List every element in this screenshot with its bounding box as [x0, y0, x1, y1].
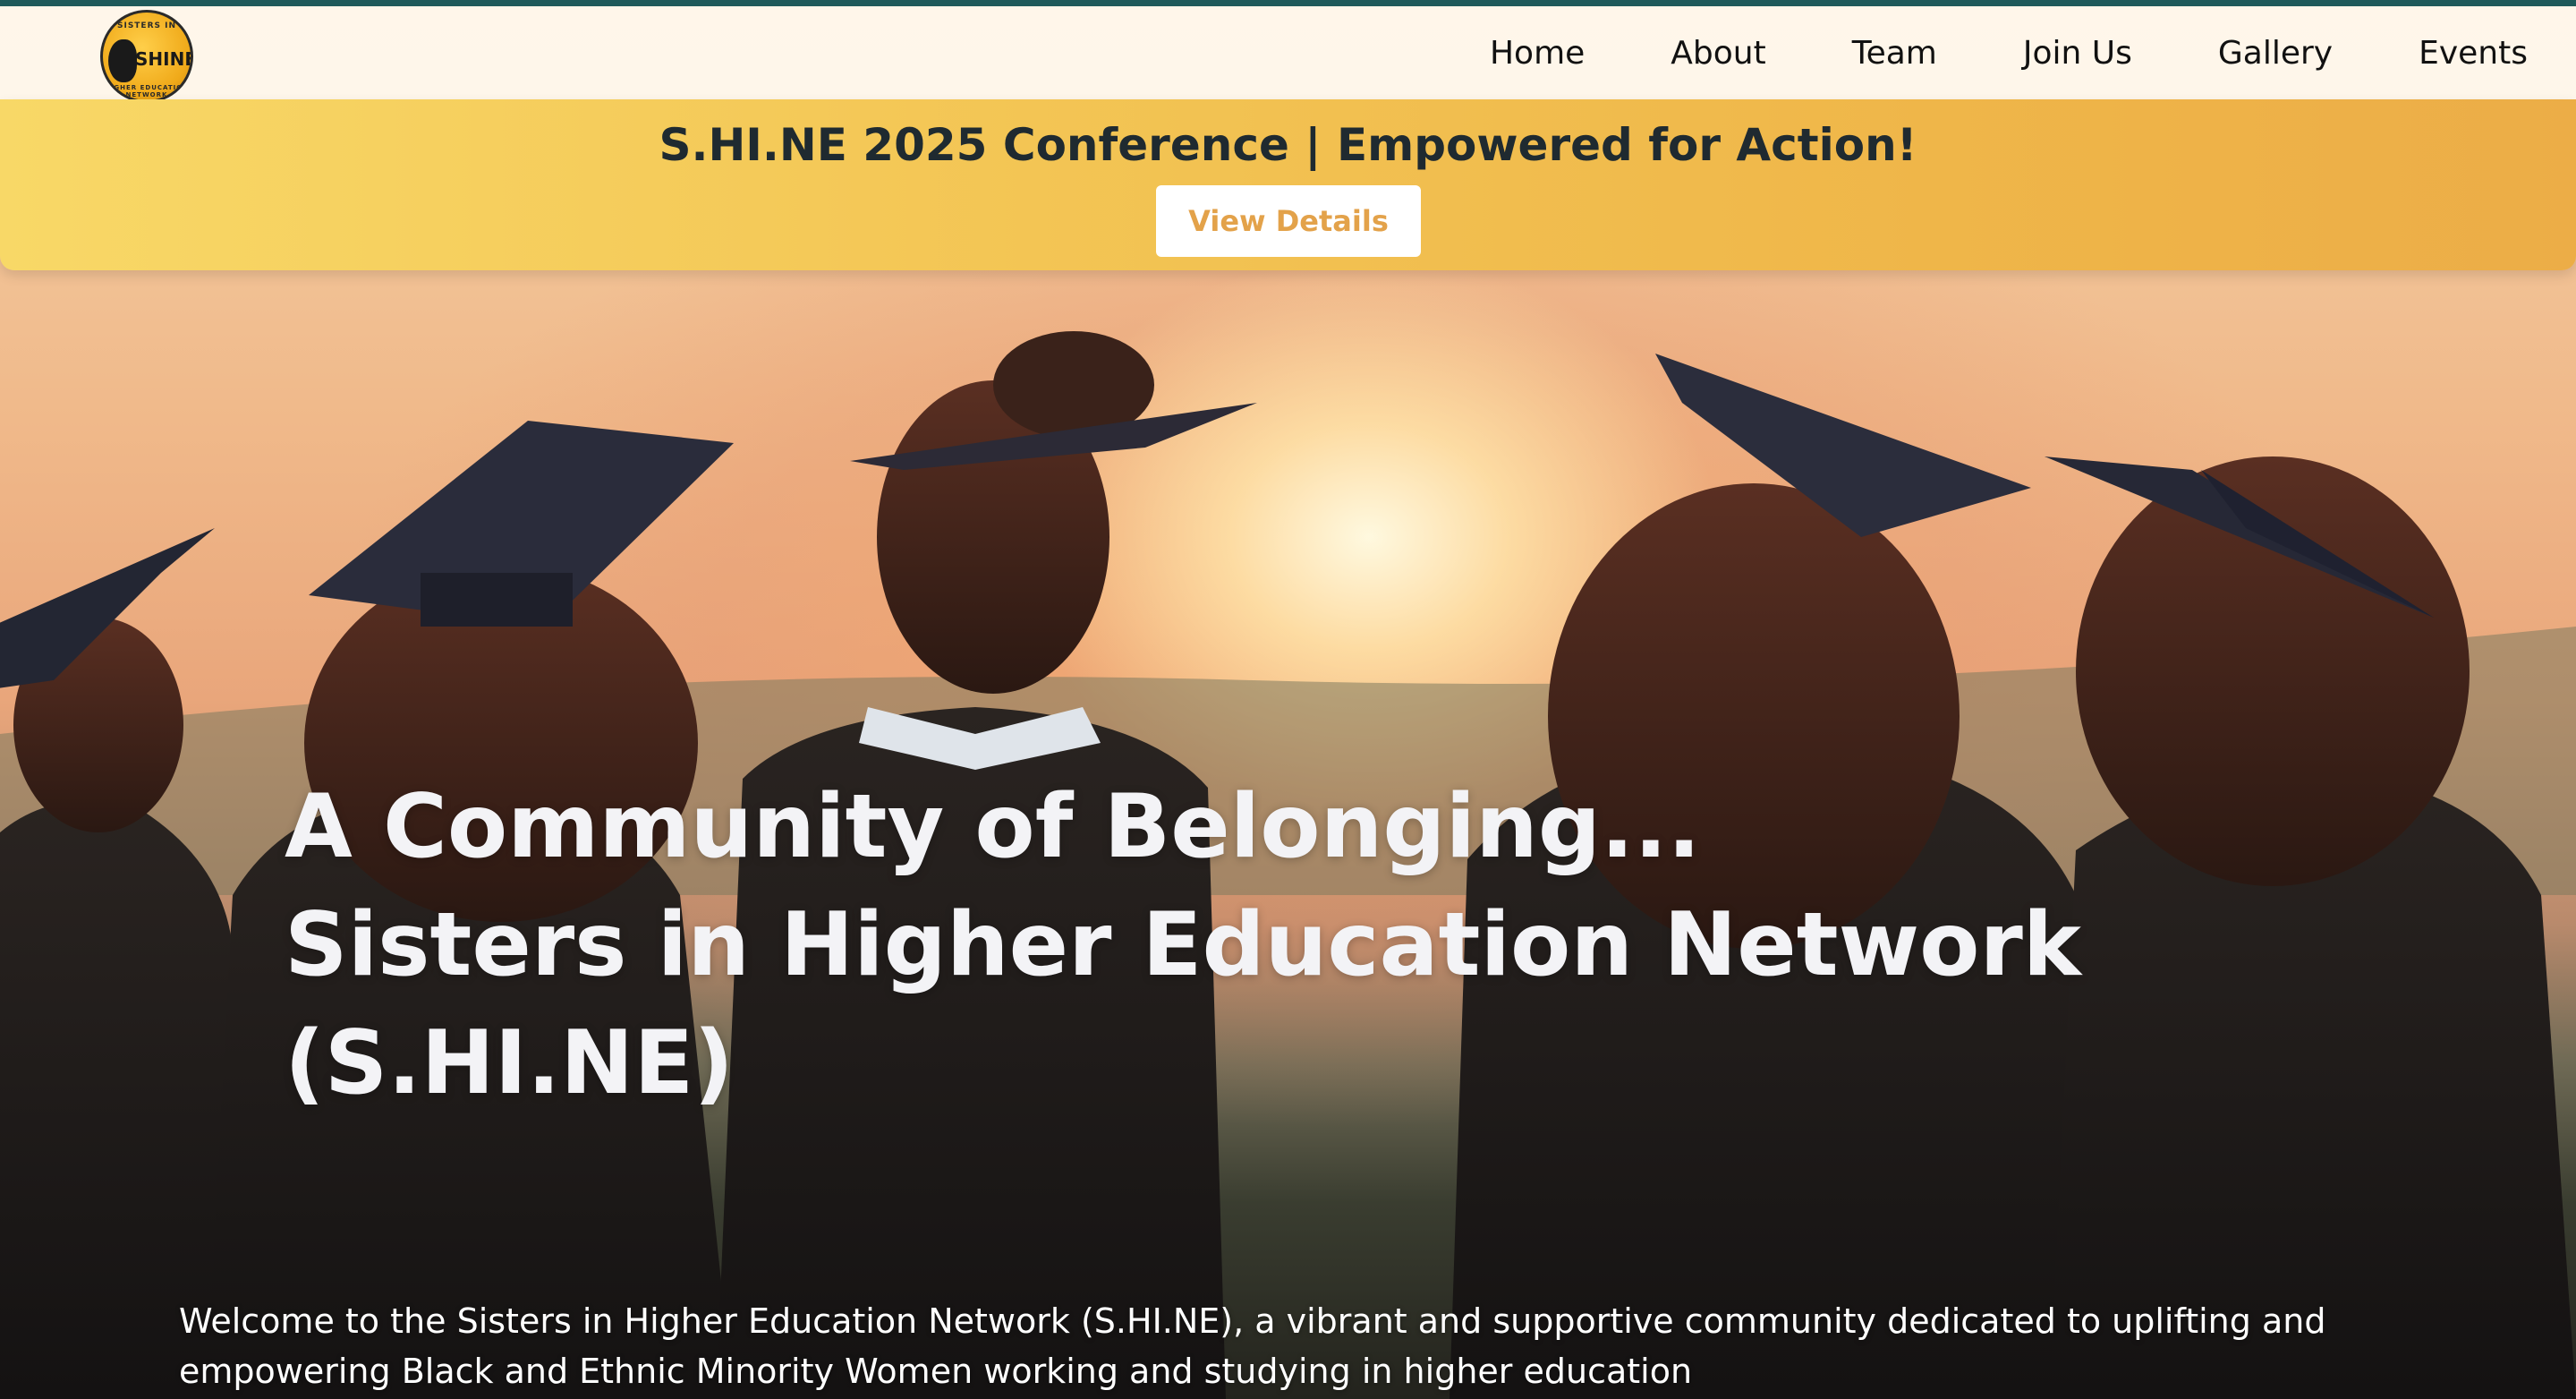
nav-item-events[interactable]: Events [2419, 35, 2528, 72]
hero-intro-text: Welcome to the Sisters in Higher Educati… [179, 1301, 2326, 1391]
main-nav: Home About Team Join Us Gallery Events [1490, 6, 2528, 99]
nav-item-join-us[interactable]: Join Us [2023, 35, 2132, 72]
nav-item-home[interactable]: Home [1490, 35, 1585, 72]
shine-logo-icon[interactable]: SISTERS IN SHINE HIGHER EDUCATION NETWOR… [100, 10, 193, 103]
hero-heading-line-3: (S.HI.NE) [285, 1012, 735, 1114]
nav-item-gallery[interactable]: Gallery [2218, 35, 2333, 72]
nav-item-team[interactable]: Team [1852, 35, 1937, 72]
hero-heading-line-2: Sisters in Higher Education Network [285, 894, 2081, 996]
banner-title: S.HI.NE 2025 Conference | Empowered for … [659, 119, 1917, 171]
conference-announcement-banner: S.HI.NE 2025 Conference | Empowered for … [0, 99, 2576, 270]
logo-bottom-text: HIGHER EDUCATION NETWORK [104, 84, 190, 98]
nav-item-about[interactable]: About [1671, 35, 1765, 72]
top-navigation-bar: SISTERS IN SHINE HIGHER EDUCATION NETWOR… [0, 6, 2576, 103]
logo-silhouette-icon [108, 39, 137, 82]
hero-heading: A Community of Belonging... Sisters in H… [285, 768, 2253, 1122]
logo-top-text: SISTERS IN [116, 21, 177, 30]
logo-wordmark: SHINE [135, 48, 193, 70]
hero-heading-line-1: A Community of Belonging... [285, 776, 1701, 878]
top-accent-bar [0, 0, 2576, 6]
view-details-button[interactable]: View Details [1156, 185, 1421, 257]
